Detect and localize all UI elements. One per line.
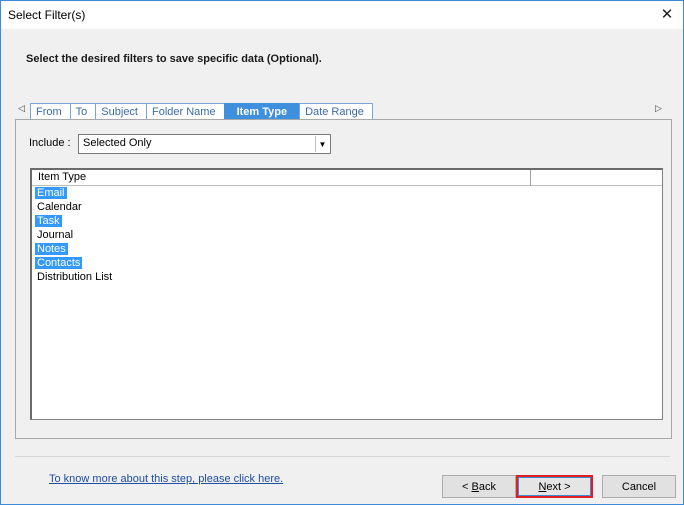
tab-folder-name[interactable]: Folder Name xyxy=(146,103,225,120)
chevron-down-icon[interactable]: ▼ xyxy=(315,136,329,152)
help-link[interactable]: To know more about this step, please cli… xyxy=(49,473,283,485)
back-button[interactable]: < Back xyxy=(442,475,516,498)
item-type-list[interactable]: Item Type Email Calendar Task Journal No… xyxy=(30,168,663,420)
next-button-focus: Next > xyxy=(518,477,591,496)
select-filters-dialog: Select Filter(s) ✕ Select the desired fi… xyxy=(0,0,684,505)
tab-scroll-right-icon[interactable]: ▷ xyxy=(655,103,662,114)
footer-divider xyxy=(15,456,670,457)
include-selected-value: Selected Only xyxy=(83,137,152,149)
tab-from[interactable]: From xyxy=(30,103,71,120)
next-button[interactable]: Next > xyxy=(516,475,593,498)
window-title: Select Filter(s) xyxy=(8,8,86,22)
list-item-distribution-list[interactable]: Distribution List xyxy=(35,270,114,284)
cancel-button[interactable]: Cancel xyxy=(602,475,676,498)
column-header-item-type[interactable]: Item Type xyxy=(32,170,531,186)
include-label: Include : xyxy=(29,137,71,149)
list-rows: Email Calendar Task Journal Notes Contac… xyxy=(35,186,114,284)
list-header: Item Type xyxy=(32,170,662,186)
tab-date-range[interactable]: Date Range xyxy=(299,103,373,120)
tab-to[interactable]: To xyxy=(69,103,97,120)
close-icon[interactable]: ✕ xyxy=(653,2,681,26)
list-item-journal[interactable]: Journal xyxy=(35,228,114,242)
list-item-calendar[interactable]: Calendar xyxy=(35,200,114,214)
tab-subject[interactable]: Subject xyxy=(95,103,147,120)
list-item-notes[interactable]: Notes xyxy=(35,242,114,256)
title-bar: Select Filter(s) ✕ xyxy=(1,1,683,29)
tab-item-type[interactable]: Item Type xyxy=(223,103,301,120)
column-header-empty xyxy=(531,170,663,186)
filter-tabs: From To Subject Folder Name Item Type Da… xyxy=(30,103,373,120)
instruction-text: Select the desired filters to save speci… xyxy=(26,53,322,65)
list-item-task[interactable]: Task xyxy=(35,214,114,228)
tab-scroll-left-icon[interactable]: ◁ xyxy=(18,103,25,114)
list-item-contacts[interactable]: Contacts xyxy=(35,256,114,270)
list-item-email[interactable]: Email xyxy=(35,186,114,200)
item-type-panel: Include : Selected Only ▼ Item Type Emai… xyxy=(15,119,672,439)
include-dropdown[interactable]: Selected Only ▼ xyxy=(78,134,331,154)
